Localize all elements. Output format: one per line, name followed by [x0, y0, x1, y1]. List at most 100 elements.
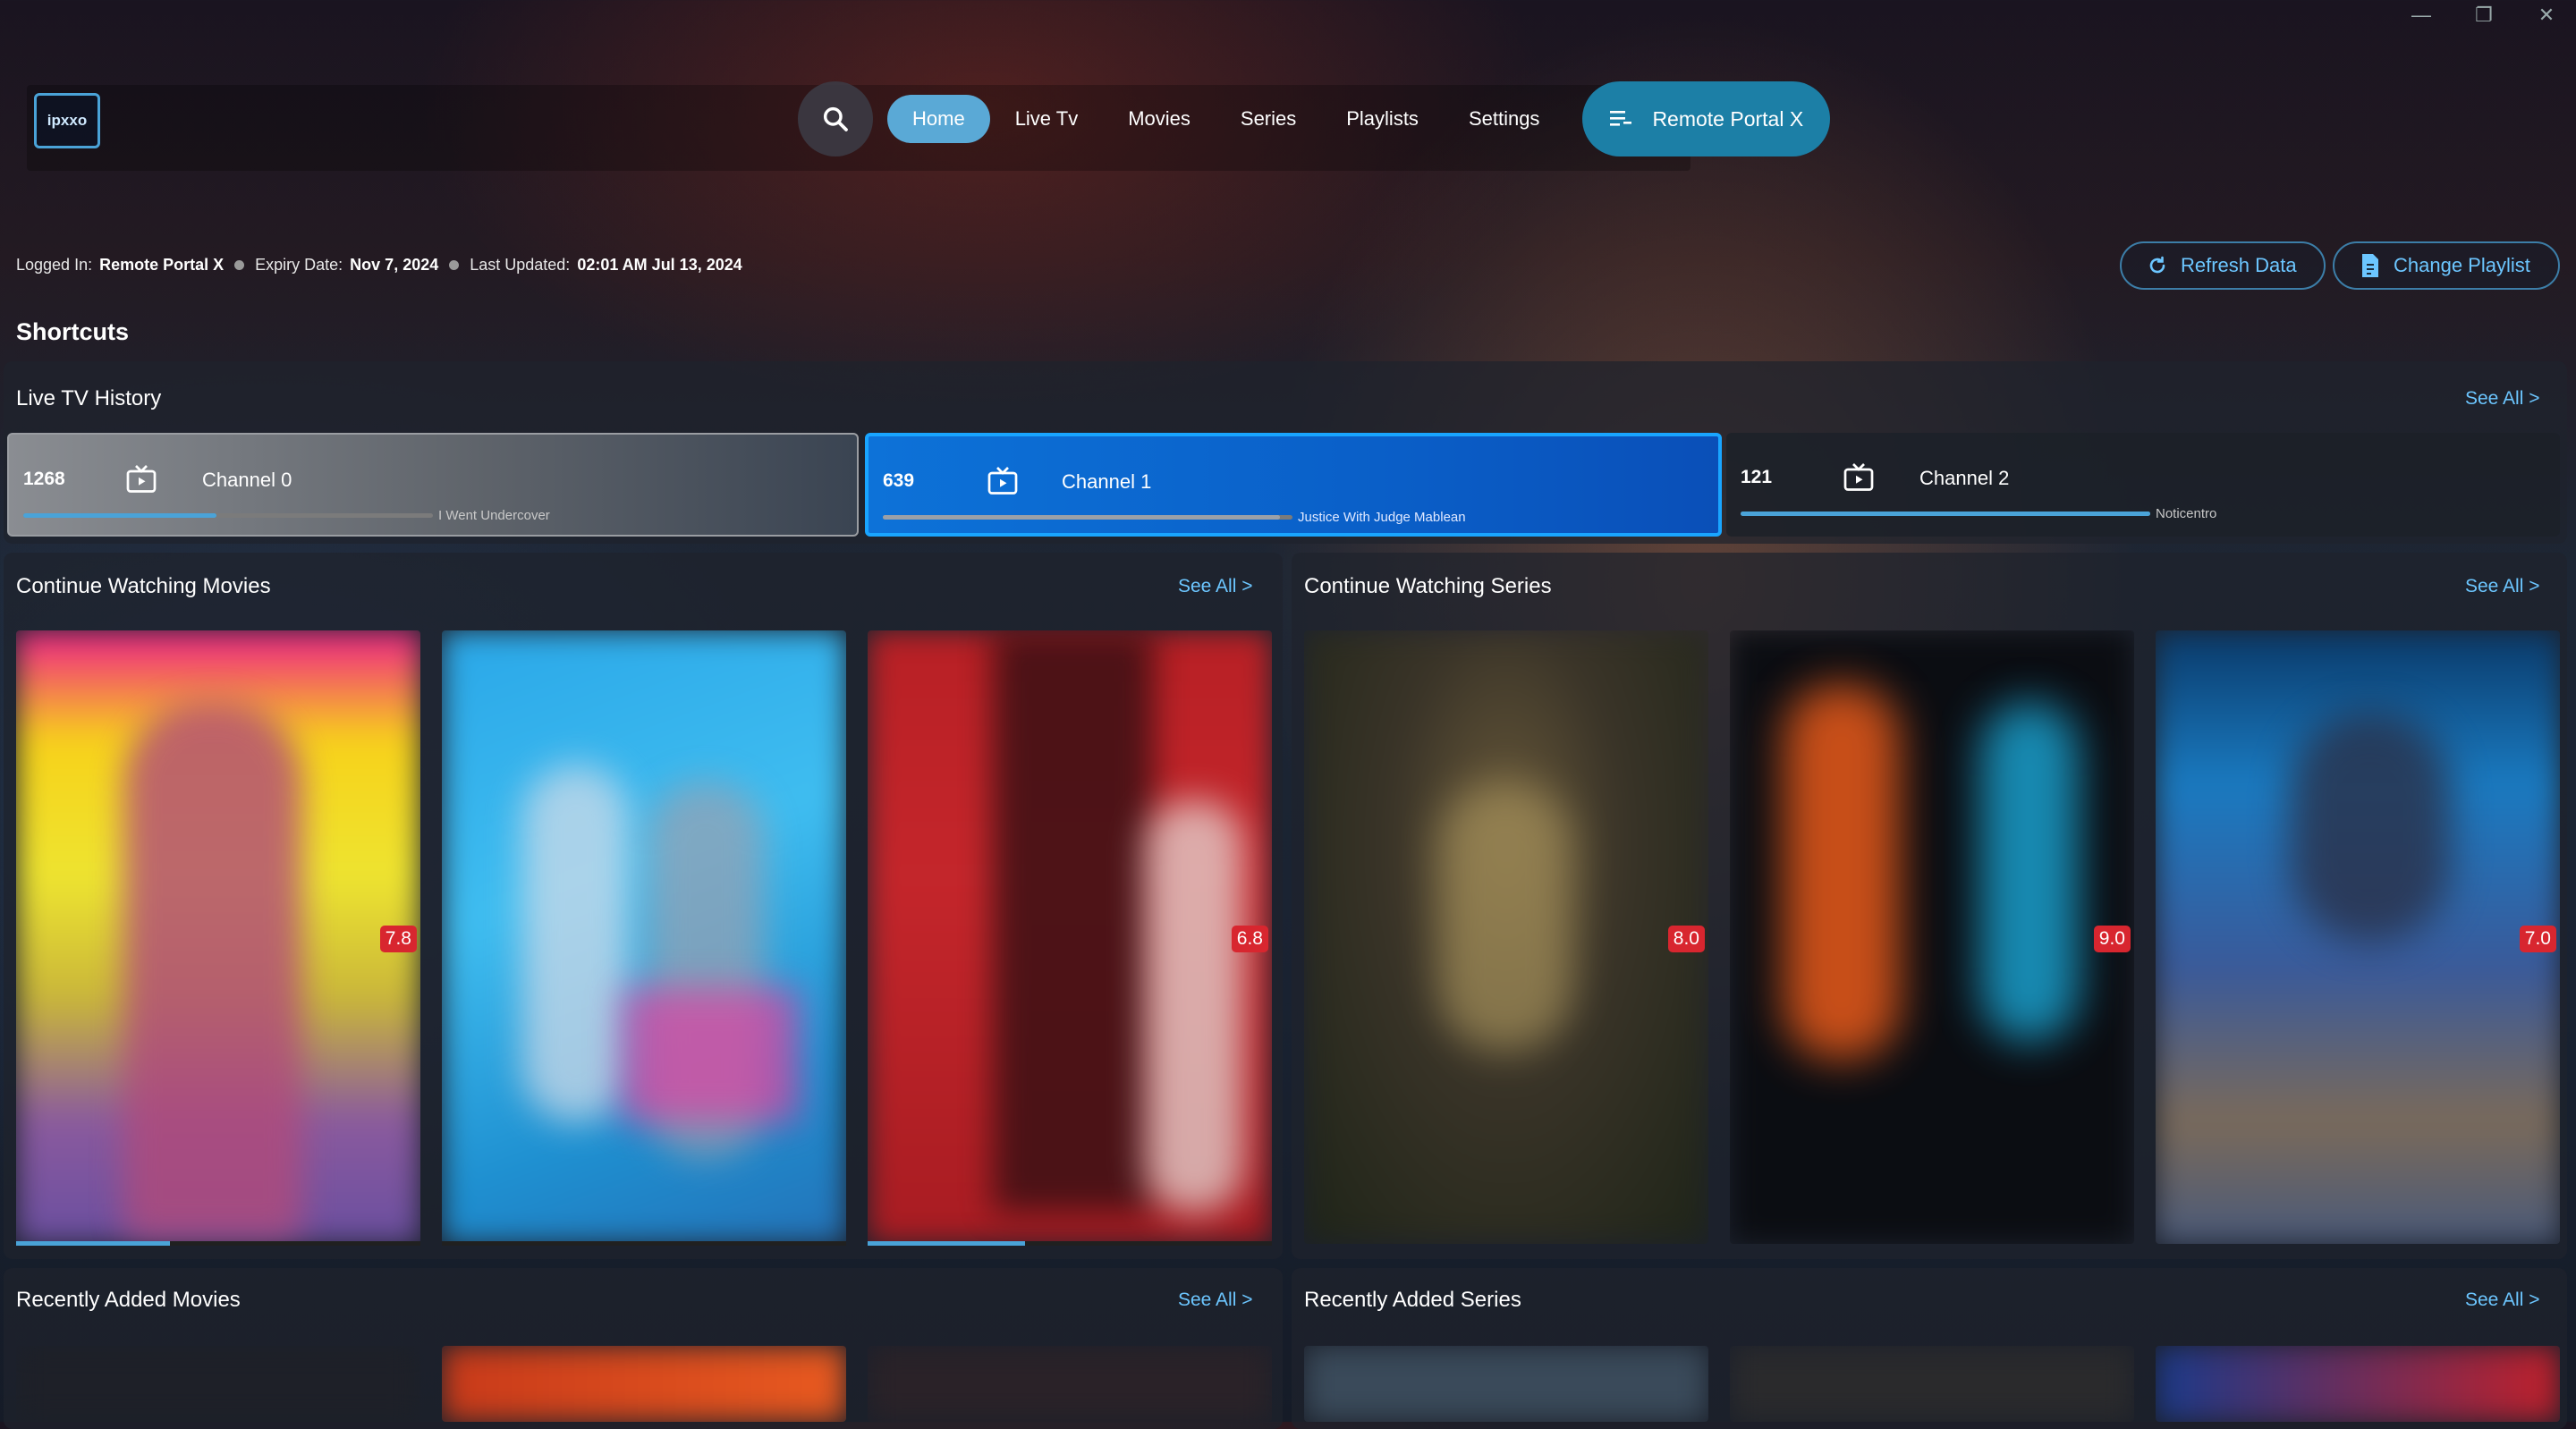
channel-progress-fill	[1741, 512, 2150, 516]
tv-icon	[1843, 463, 1874, 491]
poster-figure	[2290, 711, 2451, 943]
poster-figure	[1438, 782, 1572, 1051]
search-button[interactable]	[798, 81, 873, 156]
poster-progress-fill	[868, 1241, 1025, 1246]
series-poster-card[interactable]	[2156, 1346, 2560, 1422]
channel-name: Channel 1	[1062, 470, 1152, 493]
poster-figure	[522, 765, 630, 1122]
channel-card-selected[interactable]: 639 Channel 1 Justice With Judge Mablean	[865, 433, 1722, 537]
recent-movies-see-all-link[interactable]: See All >	[1178, 1289, 1252, 1311]
maximize-button[interactable]: ❐	[2472, 4, 2496, 27]
channel-progress-bar	[23, 513, 433, 518]
playlist-icon	[1610, 111, 1632, 126]
refresh-label: Refresh Data	[2181, 254, 2297, 276]
channel-number: 639	[883, 470, 915, 491]
continue-series-title: Continue Watching Series	[1304, 574, 1552, 598]
portal-label: Remote Portal X	[1652, 106, 1804, 131]
nav-series[interactable]: Series	[1216, 95, 1321, 143]
poster-figure	[123, 702, 302, 1239]
shortcuts-title: Shortcuts	[16, 318, 130, 345]
channel-card[interactable]: 121 Channel 2 Noticentro	[1726, 433, 2560, 537]
movie-poster-card[interactable]	[442, 1346, 846, 1422]
expiry-value: Nov 7, 2024	[350, 256, 439, 274]
channel-name: Channel 0	[202, 469, 292, 491]
search-icon	[823, 106, 848, 131]
rating-badge: 7.0	[2519, 926, 2556, 952]
tv-icon	[126, 465, 157, 493]
document-icon	[2362, 254, 2378, 277]
app-logo[interactable]: ipxxo	[34, 93, 100, 148]
refresh-data-button[interactable]: Refresh Data	[2120, 241, 2326, 290]
nav-live-tv[interactable]: Live Tv	[990, 95, 1104, 143]
channel-program: Justice With Judge Mablean	[1298, 510, 1466, 525]
poster-shape	[621, 988, 800, 1122]
recent-movies-title: Recently Added Movies	[16, 1288, 241, 1312]
rating-badge: 9.0	[2093, 926, 2131, 952]
channel-progress-fill	[23, 513, 216, 518]
series-poster-card[interactable]	[1304, 1346, 1708, 1422]
updated-label: Last Updated:	[470, 256, 571, 274]
poster-image	[442, 630, 846, 1244]
tv-icon	[987, 467, 1018, 495]
channel-progress-fill	[883, 515, 1280, 520]
nav-settings[interactable]: Settings	[1444, 95, 1565, 143]
minimize-button[interactable]: —	[2410, 4, 2433, 27]
refresh-icon	[2149, 256, 2165, 274]
continue-movies-see-all-link[interactable]: See All >	[1178, 576, 1252, 597]
rating-badge: 6.8	[1231, 926, 1268, 952]
logged-in-label: Logged In:	[16, 256, 93, 274]
separator-dot	[234, 260, 245, 270]
nav-playlists[interactable]: Playlists	[1321, 95, 1444, 143]
portal-button[interactable]: Remote Portal X	[1582, 81, 1831, 156]
poster-figure	[1145, 800, 1243, 1212]
change-playlist-button[interactable]: Change Playlist	[2333, 241, 2560, 290]
recent-series-title: Recently Added Series	[1304, 1288, 1521, 1312]
account-status: Logged In: Remote Portal X Expiry Date: …	[16, 256, 742, 275]
poster-image	[442, 1346, 846, 1422]
separator-dot	[449, 260, 460, 270]
logged-in-value: Remote Portal X	[99, 256, 225, 274]
channel-number: 1268	[23, 469, 65, 489]
live-tv-see-all-link[interactable]: See All >	[2465, 388, 2539, 410]
rating-badge: 8.0	[1667, 926, 1705, 952]
recent-series-see-all-link[interactable]: See All >	[2465, 1289, 2539, 1311]
nav-home[interactable]: Home	[887, 95, 990, 143]
poster-image	[2156, 1346, 2560, 1422]
live-tv-history-title: Live TV History	[16, 386, 162, 410]
channel-card[interactable]: 1268 Channel 0 I Went Undercover	[7, 433, 859, 537]
channel-progress-bar	[1741, 512, 2150, 516]
poster-flame	[1980, 702, 2079, 1042]
channel-number: 121	[1741, 467, 1773, 487]
channel-name: Channel 2	[1919, 467, 2010, 489]
poster-column	[993, 630, 1154, 1212]
series-poster-card[interactable]: 9.0	[1730, 630, 2134, 1244]
continue-movies-title: Continue Watching Movies	[16, 574, 271, 598]
series-poster-card[interactable]: 7.0	[2156, 630, 2560, 1244]
channel-program: I Went Undercover	[438, 508, 550, 523]
movie-poster-card[interactable]	[868, 1346, 1272, 1422]
movie-poster-card[interactable]: 7.8	[16, 630, 420, 1244]
window-controls: — ❐ ✕	[2410, 4, 2558, 27]
main-nav: Home Live Tv Movies Series Playlists Set…	[798, 80, 1831, 157]
channel-progress-bar	[883, 515, 1292, 520]
poster-image	[16, 1346, 420, 1422]
movie-poster-card[interactable]: 6.8	[868, 630, 1272, 1244]
poster-image	[1730, 1346, 2134, 1422]
close-button[interactable]: ✕	[2535, 4, 2558, 27]
continue-series-see-all-link[interactable]: See All >	[2465, 576, 2539, 597]
change-playlist-label: Change Playlist	[2394, 254, 2530, 276]
nav-movies[interactable]: Movies	[1103, 95, 1216, 143]
updated-value: 02:01 AM Jul 13, 2024	[577, 256, 742, 274]
expiry-label: Expiry Date:	[255, 256, 343, 274]
poster-image	[868, 1346, 1272, 1422]
poster-progress-fill	[16, 1241, 170, 1246]
series-poster-card[interactable]: 8.0	[1304, 630, 1708, 1244]
logo-text: ipxxo	[47, 112, 88, 129]
poster-progress-track	[442, 1241, 846, 1246]
series-poster-card[interactable]	[1730, 1346, 2134, 1422]
movie-poster-card[interactable]	[16, 1346, 420, 1422]
channel-program: Noticentro	[2156, 506, 2217, 521]
poster-image	[1304, 1346, 1708, 1422]
poster-flame	[1784, 684, 1900, 1060]
movie-poster-card[interactable]	[442, 630, 846, 1244]
